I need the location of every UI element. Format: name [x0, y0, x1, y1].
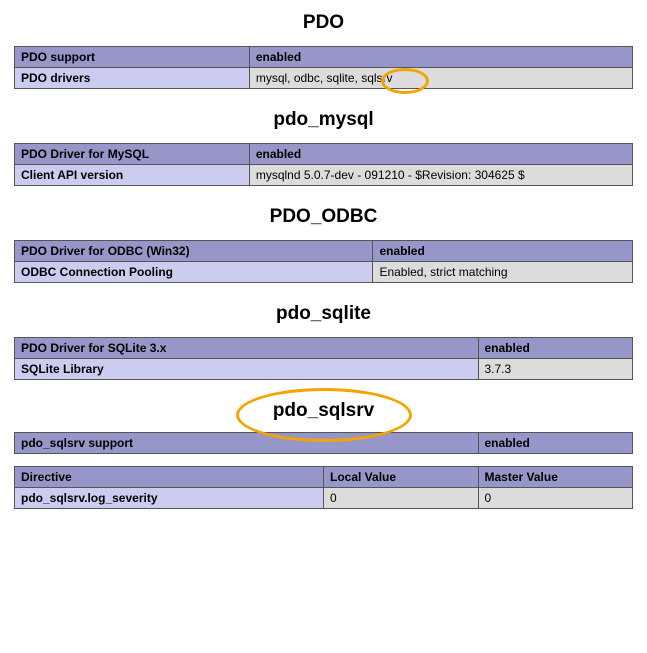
- pdo-table: PDO support enabled PDO drivers mysql, o…: [14, 46, 633, 89]
- master-value-header: Master Value: [478, 467, 633, 488]
- directive-header: Directive: [15, 467, 324, 488]
- pdo-header-enabled: enabled: [249, 47, 632, 68]
- pdo-mysql-header-driver: PDO Driver for MySQL: [15, 144, 250, 165]
- section-title-pdo-sqlite: pdo_sqlite: [14, 303, 633, 325]
- local-value-header: Local Value: [324, 467, 479, 488]
- pdo-odbc-header-driver: PDO Driver for ODBC (Win32): [15, 241, 373, 262]
- pdo-sqlite-row-value: 3.7.3: [478, 359, 633, 380]
- pdo-sqlite-table: PDO Driver for SQLite 3.x enabled SQLite…: [14, 337, 633, 380]
- pdo-sqlsrv-title-container: pdo_sqlsrv: [14, 400, 633, 422]
- directive-master-value: 0: [478, 488, 633, 509]
- pdo-sqlsrv-directives-table: Directive Local Value Master Value pdo_s…: [14, 466, 633, 509]
- pdo-table-container: PDO support enabled PDO drivers mysql, o…: [14, 46, 633, 89]
- section-title-pdo: PDO: [14, 12, 633, 34]
- pdo-sqlite-header-enabled: enabled: [478, 338, 633, 359]
- pdo-odbc-table: PDO Driver for ODBC (Win32) enabled ODBC…: [14, 240, 633, 283]
- pdo-mysql-row-value: mysqlnd 5.0.7-dev - 091210 - $Revision: …: [249, 165, 632, 186]
- directive-name: pdo_sqlsrv.log_severity: [15, 488, 324, 509]
- section-title-pdo-mysql: pdo_mysql: [14, 109, 633, 131]
- pdo-mysql-table: PDO Driver for MySQL enabled Client API …: [14, 143, 633, 186]
- pdo-odbc-header-enabled: enabled: [373, 241, 633, 262]
- pdo-sqlsrv-support-table: pdo_sqlsrv support enabled: [14, 432, 633, 454]
- pdo-odbc-row-value: Enabled, strict matching: [373, 262, 633, 283]
- pdo-header-support: PDO support: [15, 47, 250, 68]
- pdo-row-value: mysql, odbc, sqlite, sqlsrv: [249, 68, 632, 89]
- pdo-row-label: PDO drivers: [15, 68, 250, 89]
- pdo-sqlite-header-driver: PDO Driver for SQLite 3.x: [15, 338, 479, 359]
- pdo-sqlite-row-label: SQLite Library: [15, 359, 479, 380]
- section-title-pdo-odbc: PDO_ODBC: [14, 206, 633, 228]
- section-title-pdo-sqlsrv: pdo_sqlsrv: [14, 400, 633, 422]
- directive-local-value: 0: [324, 488, 479, 509]
- pdo-sqlsrv-enabled-header: enabled: [478, 433, 633, 454]
- pdo-mysql-row-label: Client API version: [15, 165, 250, 186]
- pdo-odbc-row-label: ODBC Connection Pooling: [15, 262, 373, 283]
- pdo-mysql-header-enabled: enabled: [249, 144, 632, 165]
- pdo-sqlsrv-support-header: pdo_sqlsrv support: [15, 433, 479, 454]
